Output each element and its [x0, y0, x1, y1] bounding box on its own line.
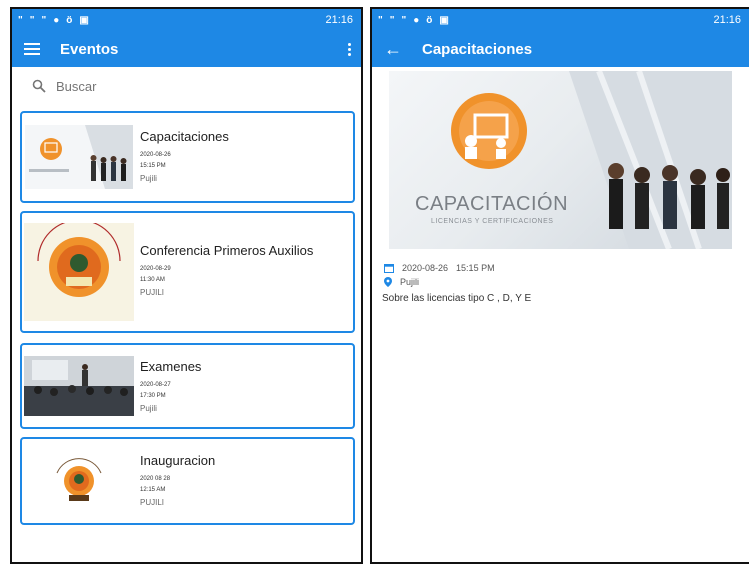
- event-place: PUJILI: [140, 498, 165, 507]
- event-place: Pujili: [140, 174, 157, 183]
- app-bar: Eventos: [12, 31, 361, 67]
- search-placeholder: Buscar: [56, 78, 97, 94]
- event-date: 2020-08-27: [140, 382, 171, 388]
- screenshot-stage: " " " ● ö ▣ 21:16 Eventos Buscar Capacit…: [0, 0, 749, 568]
- search-icon: [32, 79, 46, 93]
- detail-date: 2020-08-26: [402, 263, 449, 273]
- detail-datetime: 2020-08-26 15:15 PM: [372, 263, 749, 273]
- page-title: Capacitaciones: [422, 40, 533, 58]
- event-title: Examenes: [140, 359, 202, 374]
- event-time: 12:15 AM: [140, 487, 166, 493]
- status-icons: " " " ● ö ▣: [378, 15, 449, 26]
- page-title: Eventos: [60, 40, 119, 58]
- event-card[interactable]: Examenes 2020-08-27 17:30 PM Pujili: [20, 343, 355, 429]
- menu-icon[interactable]: [24, 43, 40, 55]
- event-date: 2020 08 28: [140, 476, 171, 482]
- status-bar: " " " ● ö ▣ 21:16: [372, 9, 749, 31]
- event-card[interactable]: Inauguracion 2020 08 28 12:15 AM PUJILI: [20, 437, 355, 525]
- sindicato-logo: [22, 213, 136, 331]
- photo-icon: ▣: [439, 14, 449, 26]
- classroom-photo: [22, 345, 136, 427]
- event-title: Inauguracion: [140, 453, 216, 468]
- back-arrow-icon[interactable]: ←: [384, 40, 402, 58]
- app-bar: ← Capacitaciones: [372, 31, 749, 67]
- event-date: 2020-08-29: [140, 266, 171, 272]
- app-icon: ●: [413, 14, 420, 26]
- event-place: Pujili: [140, 404, 157, 413]
- detail-time: 15:15 PM: [456, 263, 495, 273]
- emblem-logo: [22, 439, 136, 523]
- detail-description: Sobre las licencias tipo C , D, Y E: [382, 293, 532, 304]
- event-date: 2020-08-26: [140, 152, 171, 158]
- hero-sublabel: LICENCIAS Y CERTIFICACIONES: [431, 218, 554, 225]
- pinterest-icon: ": [401, 14, 407, 26]
- android-icon: ö: [66, 14, 73, 26]
- photo-icon: ▣: [79, 14, 89, 26]
- status-icons: " " " ● ö ▣: [18, 15, 89, 26]
- app-icon: ●: [53, 14, 60, 26]
- capacitacion-image: [22, 113, 136, 201]
- hero-label: CAPACITACIÓN: [415, 193, 569, 215]
- event-place: PUJILI: [140, 288, 165, 297]
- capacitacion-hero-image: CAPACITACIÓN LICENCIAS Y CERTIFICACIONES: [389, 71, 732, 249]
- pinterest-icon: ": [41, 14, 47, 26]
- event-time: 11:30 AM: [140, 277, 165, 283]
- detail-location: Pujili: [372, 277, 749, 287]
- event-card[interactable]: Capacitaciones 2020-08-26 15:15 PM Pujil…: [20, 111, 355, 203]
- detail-place: Pujili: [400, 277, 420, 287]
- pinterest-icon: ": [18, 14, 23, 26]
- search-input[interactable]: Buscar: [12, 67, 361, 105]
- event-detail-screen: " " " ● ö ▣ 21:16 ← Capacitaciones CAPAC…: [370, 7, 749, 564]
- pinterest-icon: ": [378, 14, 383, 26]
- pinterest-icon: ": [389, 14, 395, 26]
- event-title: Capacitaciones: [140, 129, 229, 144]
- more-vert-icon[interactable]: [347, 42, 351, 56]
- location-pin-icon: [384, 277, 392, 287]
- status-time: 21:16: [713, 14, 741, 26]
- status-bar: " " " ● ö ▣ 21:16: [12, 9, 361, 31]
- event-time: 17:30 PM: [140, 393, 166, 399]
- events-list-screen: " " " ● ö ▣ 21:16 Eventos Buscar Capacit…: [10, 7, 363, 564]
- calendar-icon: [384, 264, 394, 273]
- event-time: 15:15 PM: [140, 163, 166, 169]
- pinterest-icon: ": [29, 14, 35, 26]
- android-icon: ö: [426, 14, 433, 26]
- status-time: 21:16: [325, 14, 353, 26]
- event-title: Conferencia Primeros Auxilios: [140, 243, 314, 258]
- event-card[interactable]: Conferencia Primeros Auxilios 2020-08-29…: [20, 211, 355, 333]
